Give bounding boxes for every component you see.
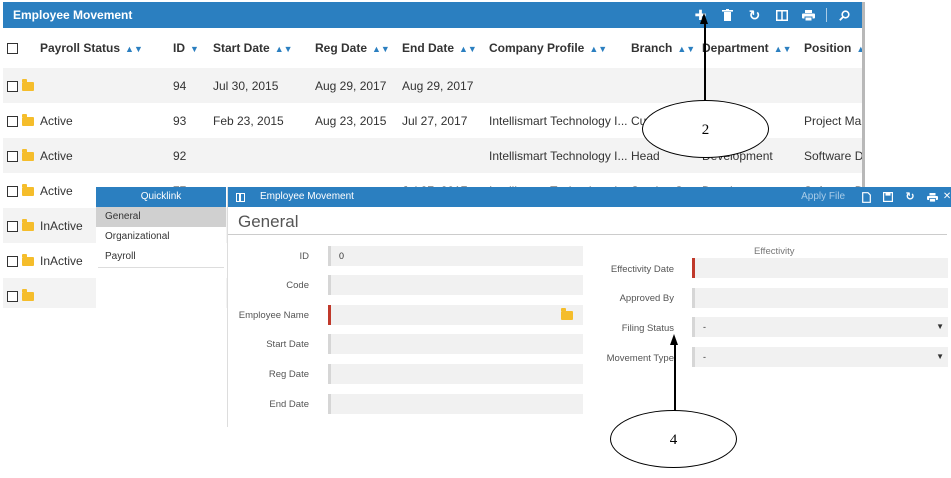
quicklink-item-organizational[interactable]: Organizational [96,227,226,247]
refresh-icon[interactable]: ↻ [741,2,768,28]
end-date-field[interactable] [328,394,583,414]
id-label: ID [299,251,310,262]
approved-by-label: Approved By [619,293,674,304]
effectivity-group-title: Effectivity [754,246,795,257]
print-icon[interactable] [921,187,943,207]
delete-icon[interactable] [714,2,741,28]
id-field[interactable]: 0 [328,246,583,266]
sort-icon[interactable]: ▲▼ [856,44,862,54]
sort-desc-icon[interactable]: ▼ [190,44,199,54]
column-header-position[interactable]: Position▲▼ [800,28,862,68]
row-checkbox[interactable] [7,150,18,162]
effectivity-date-field[interactable] [692,258,948,278]
print-icon[interactable] [795,2,822,28]
chevron-down-icon[interactable]: ▼ [936,317,944,337]
new-document-icon[interactable] [855,187,877,207]
sort-icon[interactable]: ▲▼ [774,44,792,54]
refresh-icon[interactable]: ↻ [899,187,921,207]
quicklink-panel: Quicklink General Organizational Payroll [96,187,226,427]
form-title: Employee Movement [260,191,354,202]
employee-name-label: Employee Name [238,310,309,321]
sort-icon[interactable]: ▲▼ [125,44,143,54]
callout-arrow-line [674,343,676,411]
code-label: Code [286,280,309,291]
search-icon[interactable] [831,2,858,28]
movement-type-value: - [703,352,706,362]
table-row[interactable]: 94 Jul 30, 2015 Aug 29, 2017 Aug 29, 201… [3,68,862,103]
apply-file-button[interactable]: Apply File [801,187,845,207]
callout-arrow-line [704,22,706,101]
row-checkbox[interactable] [7,220,18,232]
column-header-id[interactable]: ID ▼ [169,28,209,68]
folder-icon[interactable] [22,253,34,266]
folder-icon[interactable] [22,148,34,161]
folder-icon[interactable] [22,183,34,196]
list-toolbar: ✚ ↻ [687,2,858,28]
sort-icon[interactable]: ▲▼ [459,44,477,54]
movement-type-label: Movement Type [606,353,674,364]
reg-date-label: Reg Date [268,369,309,380]
close-icon[interactable]: ✕ [943,187,951,207]
toolbar-divider [826,8,827,22]
column-header-payroll-status[interactable]: Payroll Status ▲▼ [36,28,169,68]
reg-date-field[interactable] [328,364,583,384]
quicklink-item-payroll[interactable]: Payroll [96,247,226,267]
list-header: Employee Movement ✚ ↻ [3,2,862,28]
row-checkbox[interactable] [7,80,18,92]
folder-icon[interactable] [22,113,34,126]
code-field[interactable] [328,275,583,295]
folder-browse-icon[interactable] [561,308,573,320]
sort-icon[interactable]: ▲▼ [372,44,390,54]
select-all-checkbox-cell[interactable] [3,28,36,68]
movement-type-select[interactable]: - ▼ [692,347,948,367]
select-all-checkbox[interactable] [7,43,18,55]
table-header-row: Payroll Status ▲▼ ID ▼ Start Date ▲▼ Reg Da… [3,28,862,68]
chevron-down-icon[interactable]: ▼ [936,347,944,367]
filing-status-select[interactable]: - ▼ [692,317,948,337]
quicklink-header: Quicklink [96,187,226,207]
save-icon[interactable] [877,187,899,207]
column-header-department[interactable]: Department ▲▼ [698,28,800,68]
start-date-field[interactable] [328,334,583,354]
folder-icon[interactable] [22,288,34,301]
filing-status-label: Filing Status [621,323,674,334]
filing-status-value: - [703,322,706,332]
end-date-label: End Date [269,399,309,410]
employee-movement-form-window: Employee Movement Apply File ↻ ✕ General… [227,187,951,427]
sort-icon[interactable]: ▲▼ [677,44,695,54]
folder-icon[interactable] [22,78,34,91]
employee-name-field[interactable] [328,305,583,325]
panel-icon[interactable] [768,2,795,28]
callout-bubble: 2 [642,100,769,158]
form-header: Employee Movement Apply File ↻ ✕ [228,187,951,207]
column-header-start-date[interactable]: Start Date ▲▼ [209,28,311,68]
section-title: General [228,209,947,235]
column-header-branch[interactable]: Branch ▲▼ [627,28,698,68]
effectivity-date-label: Effectivity Date [610,264,674,275]
quicklink-item-general[interactable]: General [96,207,226,227]
row-checkbox[interactable] [7,115,18,127]
row-checkbox[interactable] [7,185,18,197]
column-header-reg-date[interactable]: Reg Date ▲▼ [311,28,398,68]
sort-icon[interactable]: ▲▼ [589,44,607,54]
column-header-company-profile[interactable]: Company Profile ▲▼ [485,28,627,68]
column-header-end-date[interactable]: End Date ▲▼ [398,28,485,68]
start-date-label: Start Date [266,339,309,350]
row-checkbox[interactable] [7,290,18,302]
sidebar-toggle-icon[interactable] [236,193,245,202]
list-title: Employee Movement [13,8,133,22]
form-toolbar: Apply File ↻ ✕ [801,187,951,207]
approved-by-field[interactable] [692,288,948,308]
folder-icon[interactable] [22,218,34,231]
callout-bubble: 4 [610,410,737,468]
divider [98,267,224,268]
sort-icon[interactable]: ▲▼ [275,44,293,54]
row-checkbox[interactable] [7,255,18,267]
